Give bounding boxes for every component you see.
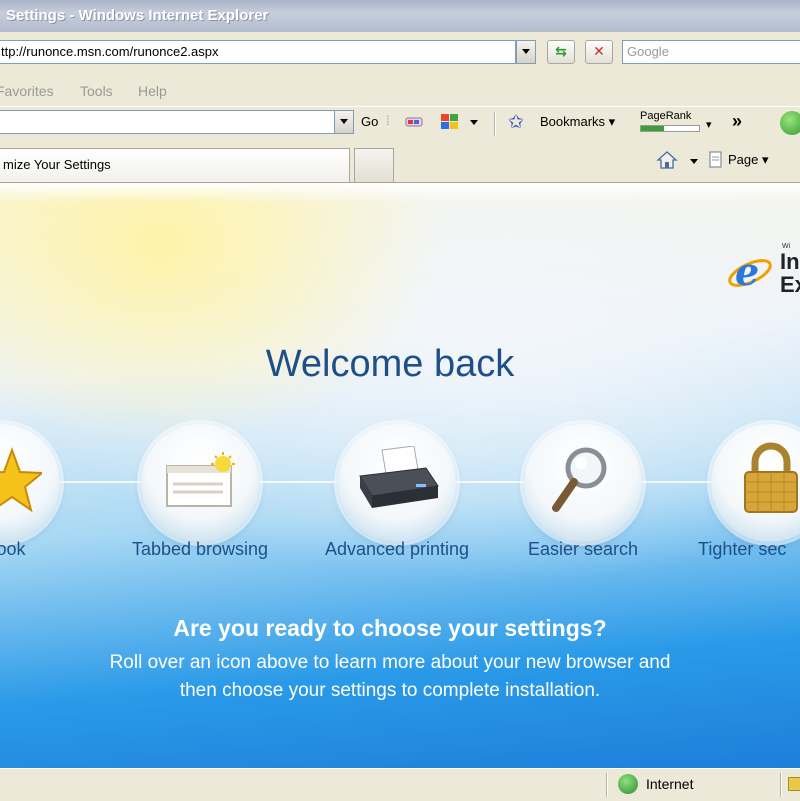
tab-active[interactable]: mize Your Settings (0, 148, 350, 182)
connector-line (638, 481, 716, 483)
stop-icon: ✕ (593, 44, 605, 60)
printer-icon (359, 446, 439, 508)
welcome-heading: Welcome back (265, 343, 515, 385)
tab-bar: mize Your Settings Page ▾ (0, 142, 800, 183)
security-zone-label: Internet (646, 776, 694, 792)
feature-easier-search-label: Easier search (527, 539, 639, 559)
popup-blocker-button[interactable] (439, 112, 461, 132)
window-title: Settings - Windows Internet Explorer (6, 7, 269, 24)
feature-tabbed-browsing-button[interactable] (141, 424, 259, 542)
rollover-instructions: Roll over an icon above to learn more ab… (0, 649, 780, 705)
menu-favorites[interactable]: Favorites (0, 83, 54, 99)
toolbar-separator-icon: ⁞ (386, 113, 390, 128)
magnifier-icon (552, 447, 607, 512)
ie-logo: e Wi In Ex (726, 243, 800, 303)
connector-line (452, 481, 530, 483)
internet-zone-icon (618, 774, 638, 794)
windows-flag-icon (441, 114, 458, 129)
home-dropdown-icon[interactable] (690, 159, 698, 164)
page-menu-icon (708, 151, 724, 169)
google-toolbar: Go ⁞ ✩ Bookmarks ▾ PageRank ▾ » (0, 106, 800, 144)
feature-tighter-security-button[interactable] (711, 424, 800, 542)
search-input[interactable]: Google (622, 40, 800, 64)
menu-bar: Favorites Tools Help (0, 74, 800, 108)
highlighter-icon (405, 117, 423, 127)
feature-advanced-printing-label: Advanced printing (324, 539, 470, 559)
stop-button[interactable]: ✕ (585, 40, 613, 64)
feature-tighter-security-label: Tighter sec (698, 539, 787, 559)
toolbar-divider (494, 112, 496, 136)
toolbar-overflow-button[interactable]: » (732, 111, 742, 132)
ie-e-icon: e (728, 249, 772, 294)
pagerank-fill (641, 126, 665, 131)
settings-globe-icon[interactable] (780, 111, 800, 135)
address-bar-row: ttp://runonce.msn.com/runonce2.aspx ⇆ ✕ … (0, 32, 800, 75)
status-divider (780, 773, 782, 797)
bookmarks-button[interactable]: Bookmarks ▾ (540, 114, 615, 130)
refresh-button[interactable]: ⇆ (547, 40, 575, 64)
google-search-dropdown[interactable] (334, 110, 354, 134)
logo-line2: Ex (780, 272, 800, 297)
google-search-input[interactable] (0, 110, 336, 134)
padlock-icon (744, 442, 798, 513)
go-button[interactable]: Go (361, 114, 378, 129)
svg-text:e: e (735, 249, 759, 294)
search-placeholder: Google (627, 44, 669, 59)
chevron-down-icon[interactable] (470, 120, 478, 125)
status-divider (606, 773, 608, 797)
home-icon (656, 151, 678, 169)
pagerank-meter (640, 125, 700, 132)
tab-active-label: mize Your Settings (3, 157, 111, 172)
home-button[interactable] (656, 150, 678, 170)
menu-tools[interactable]: Tools (80, 83, 113, 99)
tabs-icon (166, 452, 235, 507)
address-dropdown-button[interactable] (516, 40, 536, 64)
refresh-icon: ⇆ (555, 44, 567, 60)
feature-easier-search-button[interactable] (524, 424, 642, 542)
instruction-line-1: Roll over an icon above to learn more ab… (109, 652, 671, 673)
choose-settings-question: Are you ready to choose your settings? (173, 615, 607, 641)
highlight-button[interactable] (404, 113, 426, 131)
status-bar: Internet (0, 768, 800, 801)
pagerank-label: PageRank (640, 110, 692, 122)
feature-tabbed-browsing-label: Tabbed browsing (131, 539, 269, 559)
pagerank-button[interactable]: PageRank ▾ (640, 110, 718, 136)
page-content: e Wi In Ex Welcome back w look Tab (0, 183, 800, 768)
menu-help[interactable]: Help (138, 83, 167, 99)
feature-advanced-printing-button[interactable] (338, 424, 456, 542)
connector-line (254, 481, 344, 483)
window-title-bar: Settings - Windows Internet Explorer (0, 0, 800, 32)
new-tab-button[interactable] (354, 148, 394, 182)
page-menu-button[interactable]: Page ▾ (728, 152, 769, 168)
address-url: ttp://runonce.msn.com/runonce2.aspx (1, 44, 219, 59)
star-icon (0, 447, 42, 513)
address-input[interactable]: ttp://runonce.msn.com/runonce2.aspx (0, 40, 516, 64)
instruction-line-2: then choose your settings to complete in… (179, 680, 601, 701)
feature-new-look-label: w look (0, 539, 26, 559)
connector-line (60, 481, 146, 483)
feature-new-look-button[interactable] (0, 424, 60, 542)
star-bookmark-icon: ✩ (508, 112, 524, 133)
zoom-icon[interactable] (788, 777, 800, 791)
